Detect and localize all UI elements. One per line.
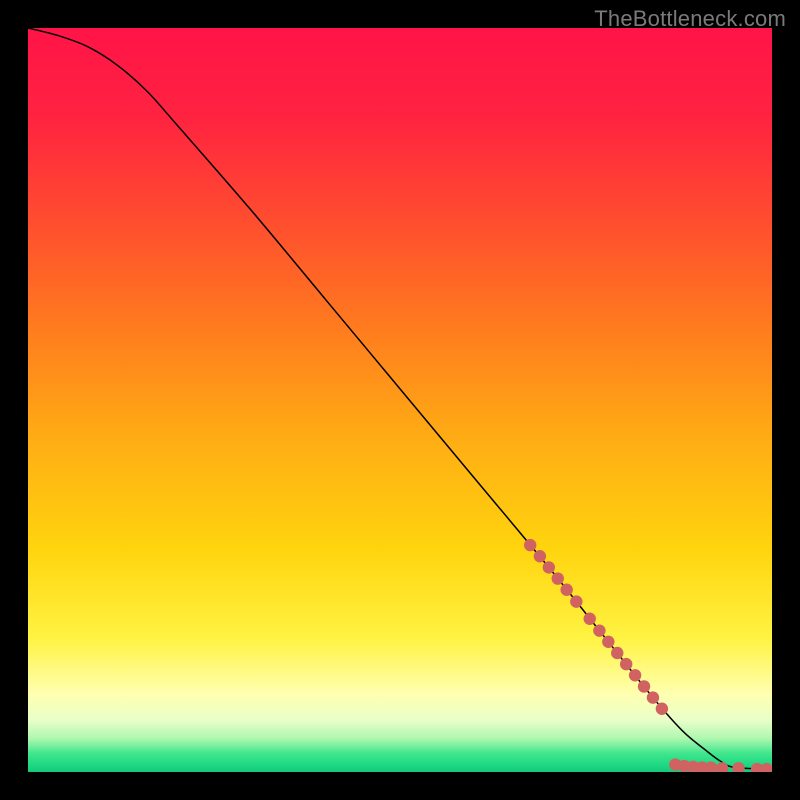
scatter-dot [647,691,659,703]
scatter-dot [584,613,596,625]
plot-area [28,28,772,772]
scatter-dot [602,636,614,648]
scatter-dot [593,624,605,636]
scatter-dot [629,669,641,681]
app-frame: TheBottleneck.com [0,0,800,800]
scatter-dot [611,647,623,659]
gradient-rect [28,28,772,772]
scatter-dot [570,595,582,607]
scatter-dot [534,550,546,562]
scatter-dot [560,584,572,596]
scatter-dot [543,561,555,573]
scatter-dot [524,539,536,551]
scatter-dot [656,703,668,715]
chart-svg [28,28,772,772]
scatter-dot [552,572,564,584]
scatter-dot [620,658,632,670]
scatter-dot [638,680,650,692]
